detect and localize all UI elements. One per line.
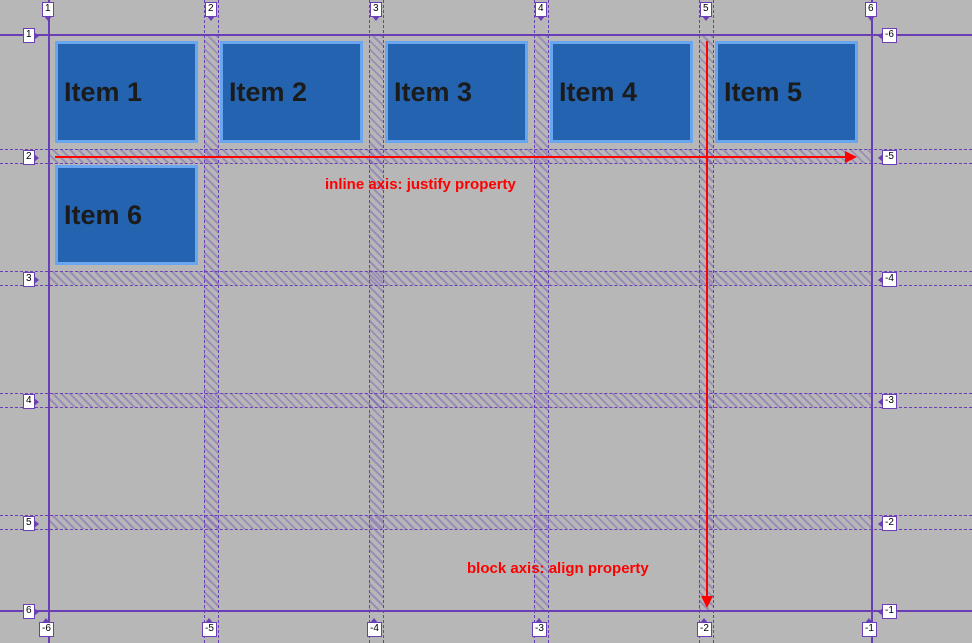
grid-item-4: Item 4	[550, 41, 693, 143]
row-gap-3	[48, 271, 871, 285]
col-tag-2: 2	[205, 2, 217, 17]
grid-item-2: Item 2	[220, 41, 363, 143]
row-tag-n3: -3	[882, 394, 897, 409]
grid-diagram: Item 1 Item 2 Item 3 Item 4 Item 5 Item …	[0, 0, 972, 643]
col-tag-n5: -5	[202, 622, 217, 637]
col-line-1	[48, 0, 50, 643]
row-tag-n6: -6	[882, 28, 897, 43]
row-tag-n5: -5	[882, 150, 897, 165]
col-line-6	[871, 0, 873, 643]
col-tag-3: 3	[370, 2, 382, 17]
col-tag-n1: -1	[862, 622, 877, 637]
col-gap-4-end	[548, 0, 549, 643]
grid-item-label: Item 5	[724, 77, 802, 108]
col-gap-2-end	[218, 0, 219, 643]
col-tag-n3: -3	[532, 622, 547, 637]
row-tag-4: 4	[23, 394, 35, 409]
col-tag-6: 6	[865, 2, 877, 17]
col-tag-n2: -2	[697, 622, 712, 637]
col-tag-n4: -4	[367, 622, 382, 637]
row-gap-4-end	[0, 407, 972, 408]
row-gap-5	[48, 515, 871, 529]
inline-axis-arrow	[55, 156, 845, 158]
row-tag-1: 1	[23, 28, 35, 43]
row-line-1	[0, 34, 972, 36]
row-tag-n2: -2	[882, 516, 897, 531]
row-gap-3-end	[0, 285, 972, 286]
grid-item-label: Item 6	[64, 200, 142, 231]
grid-item-label: Item 4	[559, 77, 637, 108]
col-gap-3-end	[383, 0, 384, 643]
col-tag-n6: -6	[39, 622, 54, 637]
row-tag-5: 5	[23, 516, 35, 531]
row-line-6	[0, 610, 972, 612]
col-tag-1: 1	[42, 2, 54, 17]
grid-item-label: Item 1	[64, 77, 142, 108]
grid-item-label: Item 3	[394, 77, 472, 108]
arrow-down-icon	[701, 596, 713, 608]
grid-item-1: Item 1	[55, 41, 198, 143]
row-gap-4	[48, 393, 871, 407]
row-tag-6: 6	[23, 604, 35, 619]
grid-item-6: Item 6	[55, 165, 198, 265]
row-gap-5-end	[0, 529, 972, 530]
col-tag-4: 4	[535, 2, 547, 17]
row-tag-n4: -4	[882, 272, 897, 287]
row-tag-2: 2	[23, 150, 35, 165]
grid-item-3: Item 3	[385, 41, 528, 143]
block-axis-arrow	[706, 41, 708, 597]
arrow-right-icon	[845, 151, 857, 163]
col-tag-5: 5	[700, 2, 712, 17]
grid-item-5: Item 5	[715, 41, 858, 143]
row-tag-n1: -1	[882, 604, 897, 619]
grid-item-label: Item 2	[229, 77, 307, 108]
row-tag-3: 3	[23, 272, 35, 287]
block-axis-label: block axis: align property	[467, 560, 649, 577]
row-gap-2-end	[0, 163, 972, 164]
inline-axis-label: inline axis: justify property	[325, 176, 516, 193]
col-gap-5-end	[713, 0, 714, 643]
